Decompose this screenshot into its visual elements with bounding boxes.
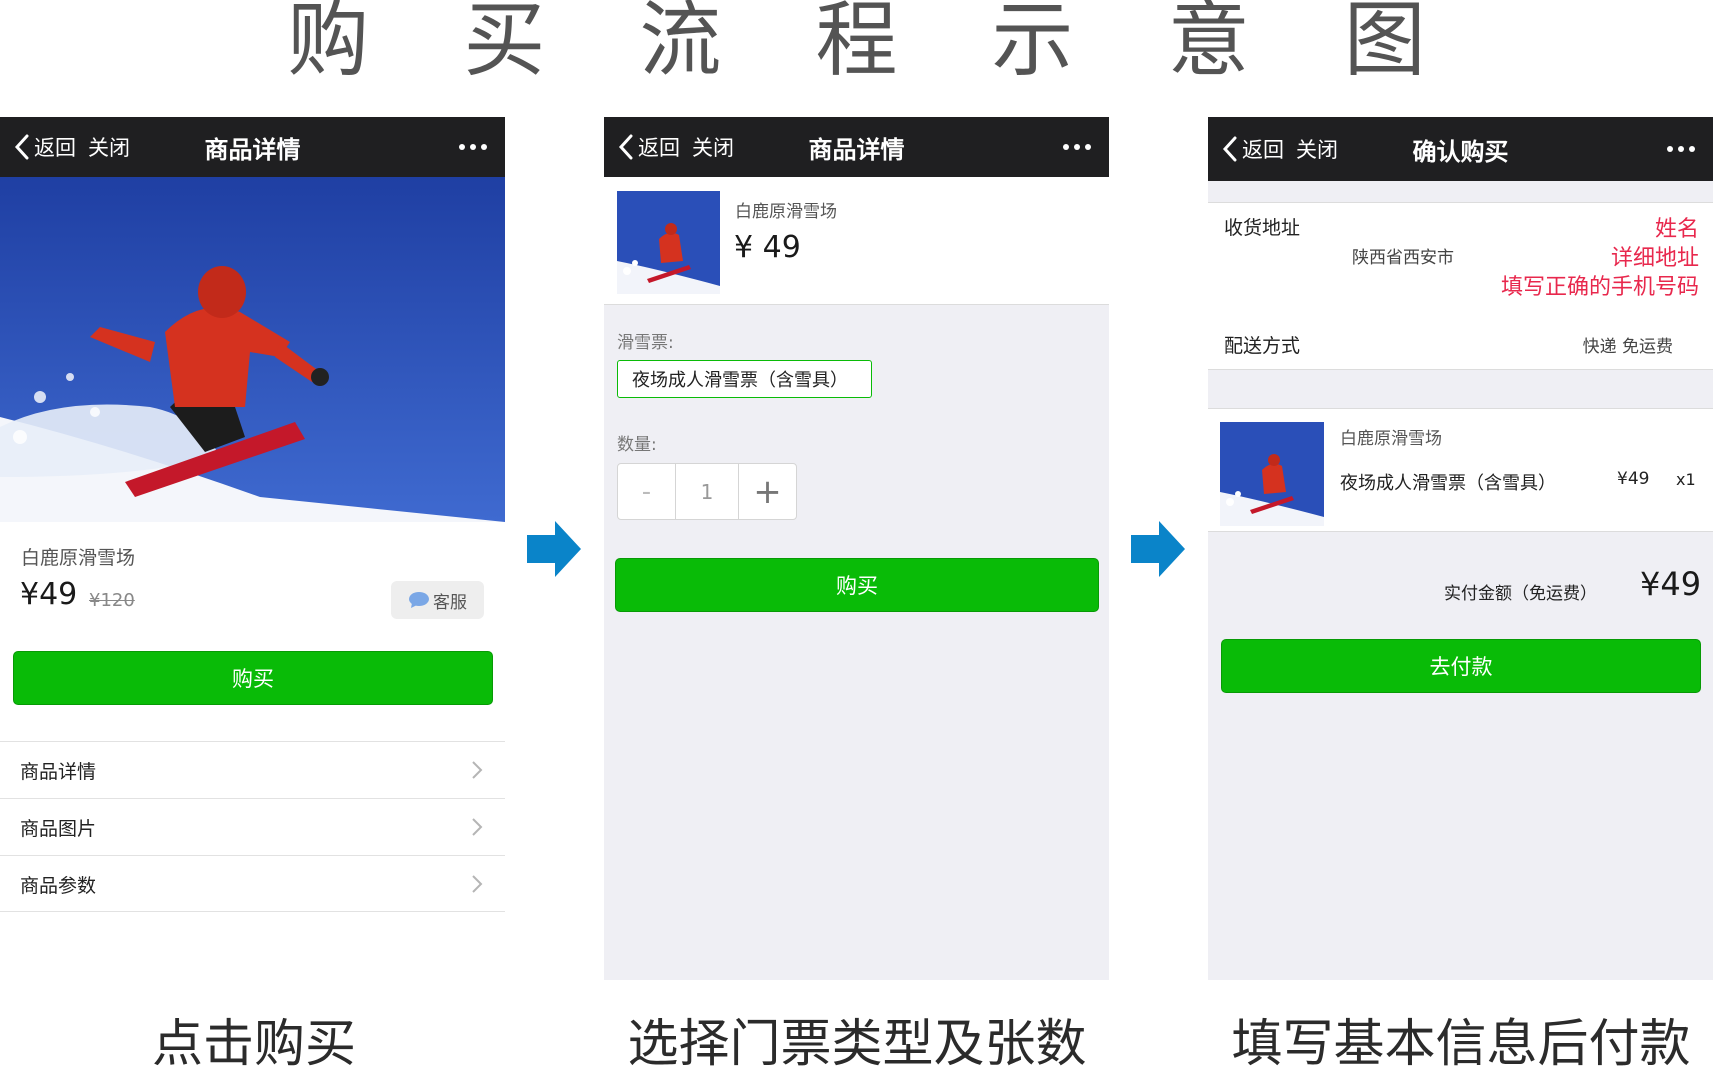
customer-service-button[interactable]: 客服: [391, 581, 484, 619]
diagram-title: 购 买 流 程 示 意 图: [287, 0, 1460, 88]
nav-title: 商品详情: [808, 135, 905, 164]
address-hint: 姓名 详细地址 填写正确的手机号码: [1501, 215, 1699, 302]
snowboarder-photo: [0, 177, 505, 522]
shipping-label: 配送方式: [1224, 334, 1301, 357]
navbar: 返回 关闭 确认购买: [1208, 117, 1713, 181]
nav-title: 商品详情: [204, 135, 301, 164]
paid-amount-label: 实付金额（免运费）: [1444, 584, 1597, 604]
more-dots-icon[interactable]: [1063, 117, 1091, 177]
phone-screen-select-ticket: 返回 关闭 商品详情 白鹿原滑雪场 ¥ 49 滑雪票: 夜场成人滑雪票（含雪具）…: [604, 117, 1109, 980]
original-price: ¥120: [89, 590, 135, 611]
ticket-option-selected[interactable]: 夜场成人滑雪票（含雪具）: [617, 360, 872, 398]
customer-service-label: 客服: [433, 592, 467, 613]
menu-item-product-params[interactable]: 商品参数: [0, 855, 505, 912]
shop-name: 白鹿原滑雪场: [21, 547, 136, 569]
address-detail-hint: 详细地址: [1610, 246, 1699, 271]
chat-bubble-icon: [409, 592, 429, 608]
step-caption-3: 填写基本信息后付款: [1231, 1015, 1691, 1074]
step-caption-2: 选择门票类型及张数: [627, 1015, 1087, 1074]
address-name-hint: 姓名: [1654, 217, 1699, 242]
shipping-address-section[interactable]: 收货地址 陕西省西安市 姓名 详细地址 填写正确的手机号码: [1208, 202, 1713, 322]
quantity-value[interactable]: 1: [675, 464, 739, 519]
navbar: 返回 关闭 商品详情: [0, 117, 505, 177]
list-divider: [0, 911, 505, 912]
price: ¥ 49: [734, 230, 801, 265]
menu-item-product-details[interactable]: 商品详情: [0, 741, 505, 798]
phone-screen-product-detail: 返回 关闭 商品详情 白鹿原滑雪场 ¥49 ¥120 客服 购买 商品详情 商品…: [0, 117, 505, 980]
step-caption-1: 点击购买: [151, 1015, 356, 1074]
order-shop-name: 白鹿原滑雪场: [1340, 429, 1442, 449]
phone-screen-confirm-purchase: 返回 关闭 确认购买 收货地址 陕西省西安市 姓名 详细地址 填写正确的手机号码…: [1208, 117, 1713, 980]
chevron-right-icon: [472, 761, 483, 779]
address-label: 收货地址: [1224, 217, 1301, 239]
more-dots-icon[interactable]: [1667, 117, 1695, 181]
chevron-right-icon: [472, 818, 483, 836]
address-region: 陕西省西安市: [1352, 248, 1454, 268]
nav-title: 确认购买: [1412, 137, 1509, 166]
buy-button[interactable]: 购买: [615, 558, 1099, 612]
menu-item-label: 商品图片: [20, 817, 97, 840]
paid-amount: ¥49: [1640, 565, 1702, 603]
shop-name: 白鹿原滑雪场: [735, 202, 837, 222]
menu-item-product-images[interactable]: 商品图片: [0, 798, 505, 855]
order-item-price: ¥49: [1617, 469, 1650, 489]
chevron-right-icon: [472, 875, 483, 893]
menu-item-label: 商品详情: [20, 760, 97, 783]
flow-arrow-icon: [527, 521, 581, 577]
menu-item-label: 商品参数: [20, 874, 97, 897]
shipping-method-section[interactable]: 配送方式 快递 免运费: [1208, 319, 1713, 370]
navbar: 返回 关闭 商品详情: [604, 117, 1109, 177]
pay-button[interactable]: 去付款: [1221, 639, 1701, 693]
buy-button[interactable]: 购买: [13, 651, 493, 705]
more-dots-icon[interactable]: [459, 117, 487, 177]
quantity-label: 数量:: [617, 435, 657, 455]
decrement-button[interactable]: -: [618, 464, 675, 519]
ticket-type-label: 滑雪票:: [617, 333, 674, 353]
price: ¥49: [20, 577, 78, 612]
order-item-qty: x1: [1676, 470, 1696, 489]
address-phone-hint: 填写正确的手机号码: [1500, 275, 1699, 300]
product-thumbnail: [617, 191, 720, 294]
product-thumbnail: [1220, 422, 1324, 526]
order-item-name: 夜场成人滑雪票（含雪具）: [1340, 473, 1556, 494]
increment-button[interactable]: +: [739, 464, 796, 519]
flow-arrow-icon: [1131, 521, 1185, 577]
quantity-stepper: - 1 +: [617, 463, 797, 520]
shipping-value: 快递 免运费: [1582, 336, 1673, 357]
